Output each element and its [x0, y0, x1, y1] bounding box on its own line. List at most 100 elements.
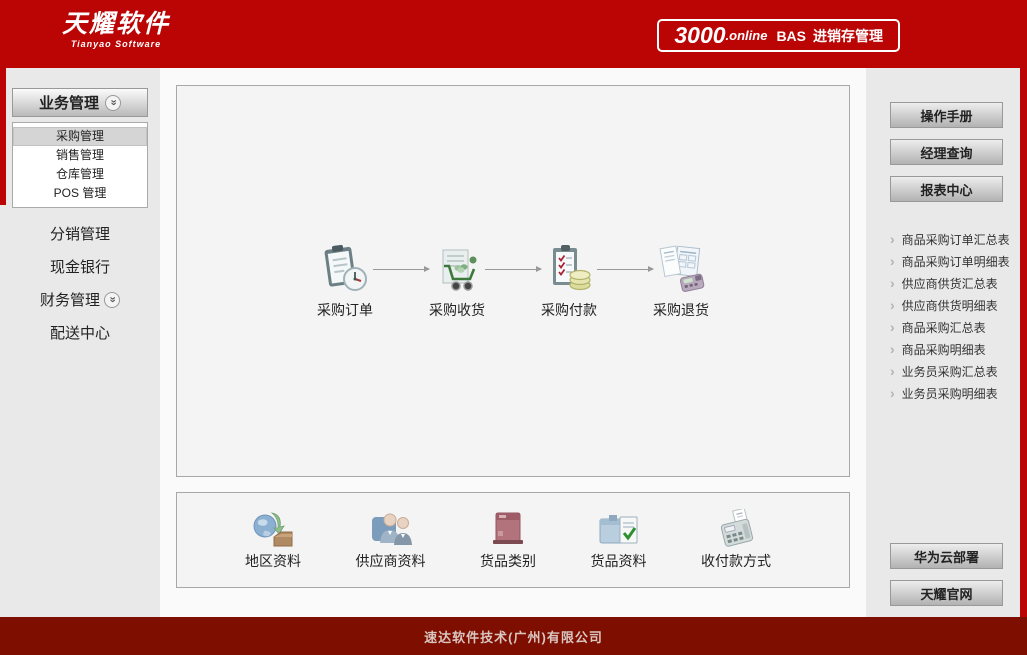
product-badge-suffix: .online [725, 28, 768, 43]
sidebar-item-delivery-center[interactable]: 配送中心 [0, 316, 160, 349]
report-link-label: 业务员采购汇总表 [901, 364, 998, 379]
report-link-supplier-supply-detail[interactable]: › 供应商供货明细表 [890, 294, 1020, 316]
report-link-label: 商品采购明细表 [901, 342, 986, 357]
manual-button[interactable]: 操作手册 [890, 102, 1003, 128]
clipboard-clock-icon [324, 244, 367, 291]
globe-folder-icon [253, 512, 293, 547]
suppliers-people-icon [371, 513, 412, 545]
product-badge-number: 3000 [674, 22, 726, 48]
app-window: 天耀软件 Tianyao Software 3000 .online BAS 进… [0, 0, 1027, 655]
business-submenu: 采购管理 销售管理 仓库管理 POS 管理 [12, 122, 148, 208]
flow-arrow-icon [597, 265, 654, 272]
flow-arrow-icon [485, 265, 542, 272]
brand-logo: 天耀软件 Tianyao Software [62, 10, 171, 49]
purchase-flow-row: 采购订单 采购收货 采购付款 采购退货 [317, 243, 709, 320]
report-link-label: 商品采购汇总表 [901, 320, 986, 335]
base-item-label: 地区资料 [245, 553, 301, 569]
chevron-double-down-icon: » [105, 94, 121, 111]
report-list: › 商品采购订单汇总表 › 商品采购订单明细表 › 供应商供货汇总表 › 供应商… [890, 228, 1020, 404]
sidebar-item-cash-bank[interactable]: 现金银行 [0, 250, 160, 283]
flow-label: 采购订单 [317, 301, 373, 318]
base-item-supplier-data[interactable]: 供应商资料 [356, 509, 426, 571]
purchase-flow-panel: 采购订单 采购收货 采购付款 采购退货 [176, 85, 850, 477]
right-accent-strip [1020, 68, 1027, 617]
company-name: 速达软件技术(广州)有限公司 [424, 629, 603, 645]
report-link-salesman-purchase-detail[interactable]: › 业务员采购明细表 [890, 382, 1020, 404]
sidebar-nav-list: 分销管理 现金银行 财务管理 » 配送中心 [0, 217, 160, 349]
sidebar-item-finance[interactable]: 财务管理 » [0, 283, 160, 316]
base-item-label: 货品类别 [480, 553, 536, 569]
report-link-label: 业务员采购明细表 [901, 386, 998, 401]
official-site-button[interactable]: 天耀官网 [890, 580, 1003, 606]
base-item-label: 货品资料 [590, 553, 647, 569]
submenu-item-pos[interactable]: POS 管理 [13, 184, 147, 203]
cart-receive-icon [442, 249, 477, 291]
box-checklist-icon [599, 515, 637, 544]
right-sidebar: 操作手册 经理查询 报表中心 › 商品采购订单汇总表 › 商品采购订单明细表 ›… [866, 68, 1020, 617]
flow-item-purchase-order[interactable]: 采购订单 [317, 243, 373, 320]
report-link-purchase-order-detail[interactable]: › 商品采购订单明细表 [890, 250, 1020, 272]
sidebar-item-label: 配送中心 [49, 325, 110, 342]
base-data-panel: 地区资料 供应商资料 货品类别 货品资料 收付款方式 [176, 492, 850, 588]
submenu-item-purchase[interactable]: 采购管理 [13, 127, 147, 146]
sidebar-item-label: 财务管理 [39, 292, 100, 309]
report-center-button[interactable]: 报表中心 [890, 176, 1003, 202]
calculator-icon [720, 509, 754, 547]
flow-label: 采购退货 [653, 301, 709, 318]
flow-item-purchase-return[interactable]: 采购退货 [653, 243, 709, 320]
report-link-goods-purchase-summary[interactable]: › 商品采购汇总表 [890, 316, 1020, 338]
sidebar-item-distribution[interactable]: 分销管理 [0, 217, 160, 250]
chevron-right-icon: › [890, 341, 895, 357]
content-area: 业务管理 » 采购管理 销售管理 仓库管理 POS 管理 分销管理 现金银行 财… [0, 68, 1027, 617]
flow-label: 采购付款 [541, 301, 597, 318]
chevron-right-icon: › [890, 297, 895, 313]
huawei-cloud-button[interactable]: 华为云部署 [890, 543, 1003, 569]
product-badge-label: 进销存管理 [813, 27, 883, 44]
base-item-label: 供应商资料 [355, 553, 426, 569]
main-area: 采购订单 采购收货 采购付款 采购退货 地区资料 供应商资料 货品类别 货品资料… [160, 68, 866, 617]
chevron-right-icon: › [890, 319, 895, 335]
chevron-right-icon: › [890, 231, 895, 247]
flow-label: 采购收货 [429, 301, 485, 318]
brand-subtitle: Tianyao Software [70, 38, 162, 49]
left-accent-strip [0, 68, 6, 205]
report-link-label: 供应商供货明细表 [901, 298, 998, 313]
report-link-purchase-order-summary[interactable]: › 商品采购订单汇总表 [890, 228, 1020, 250]
submenu-item-sales[interactable]: 销售管理 [13, 146, 147, 165]
red-box-icon [493, 512, 523, 544]
clipboard-coins-icon [553, 244, 591, 290]
right-bottom-buttons: 华为云部署 天耀官网 [890, 543, 1020, 617]
chevron-double-down-icon: » [104, 291, 120, 308]
report-link-goods-purchase-detail[interactable]: › 商品采购明细表 [890, 338, 1020, 360]
invoice-terminal-icon [659, 244, 705, 292]
report-link-salesman-purchase-summary[interactable]: › 业务员采购汇总表 [890, 360, 1020, 382]
sidebar-group-label: 业务管理 [38, 95, 99, 112]
manager-query-button[interactable]: 经理查询 [890, 139, 1003, 165]
chevron-right-icon: › [890, 385, 895, 401]
report-link-label: 供应商供货汇总表 [901, 276, 998, 291]
brand-title: 天耀软件 [62, 10, 171, 38]
base-item-region-data[interactable]: 地区资料 [245, 509, 301, 571]
base-item-label: 收付款方式 [701, 553, 771, 569]
report-link-supplier-supply-summary[interactable]: › 供应商供货汇总表 [890, 272, 1020, 294]
left-sidebar: 业务管理 » 采购管理 销售管理 仓库管理 POS 管理 分销管理 现金银行 财… [0, 68, 160, 617]
chevron-right-icon: › [890, 253, 895, 269]
product-badge-code: BAS [776, 27, 806, 44]
submenu-item-warehouse[interactable]: 仓库管理 [13, 165, 147, 184]
sidebar-group-business-management[interactable]: 业务管理 » [12, 88, 148, 117]
base-item-goods-category[interactable]: 货品类别 [480, 509, 536, 571]
report-link-label: 商品采购订单明细表 [901, 254, 1010, 269]
base-item-goods-data[interactable]: 货品资料 [591, 509, 647, 571]
flow-item-purchase-receive[interactable]: 采购收货 [429, 243, 485, 320]
sidebar-item-label: 现金银行 [49, 259, 110, 276]
product-badge: 3000 .online BAS 进销存管理 [657, 19, 900, 52]
sidebar-item-label: 分销管理 [49, 226, 110, 243]
flow-arrow-icon [373, 265, 430, 272]
chevron-right-icon: › [890, 275, 895, 291]
footer-bar: 速达软件技术(广州)有限公司 [0, 617, 1027, 655]
header-bar: 天耀软件 Tianyao Software 3000 .online BAS 进… [0, 0, 1027, 68]
report-link-label: 商品采购订单汇总表 [901, 232, 1010, 247]
base-item-payment-method[interactable]: 收付款方式 [701, 509, 771, 571]
flow-item-purchase-payment[interactable]: 采购付款 [541, 243, 597, 320]
chevron-right-icon: › [890, 363, 895, 379]
